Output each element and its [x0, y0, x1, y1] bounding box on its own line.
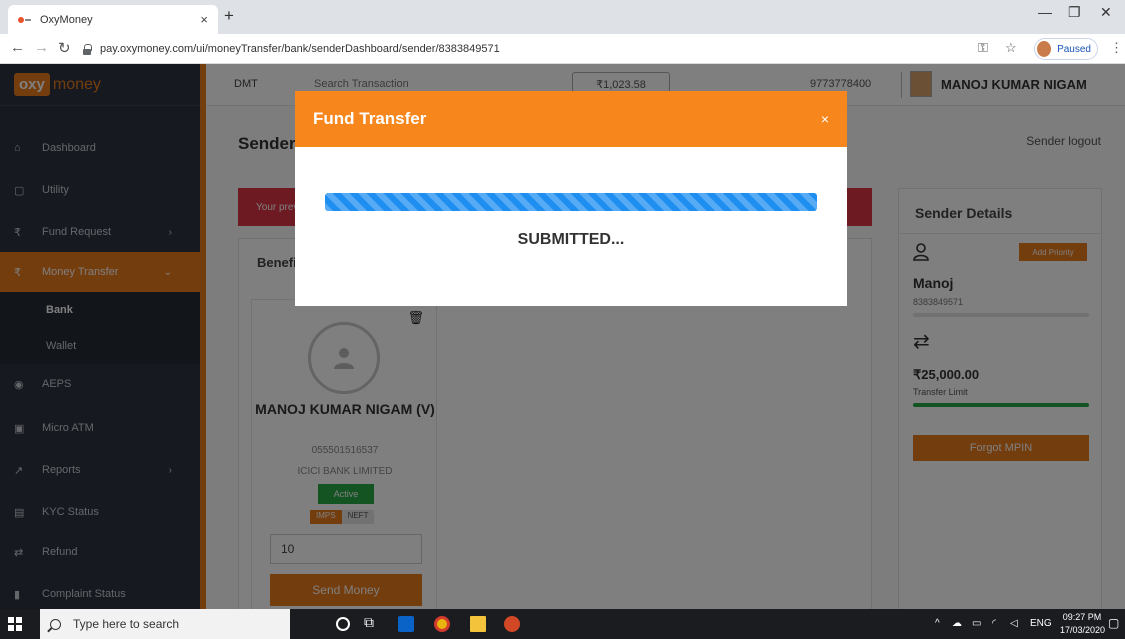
url-text: pay.oxymoney.com/ui/moneyTransfer/bank/s…: [100, 43, 500, 55]
tray-chevron-icon[interactable]: ^: [935, 618, 940, 629]
file-explorer-icon[interactable]: [470, 616, 486, 632]
search-icon: [50, 618, 61, 630]
maximize-icon[interactable]: ❐: [1068, 4, 1081, 21]
browser-tab-bar: OxyMoney × + — ❐ ✕: [0, 0, 1125, 34]
minimize-icon[interactable]: —: [1038, 4, 1052, 20]
battery-icon[interactable]: ▭: [972, 618, 981, 629]
taskbar-search[interactable]: Type here to search: [40, 609, 290, 639]
volume-icon[interactable]: ◁: [1010, 618, 1018, 629]
reload-icon[interactable]: ↻: [58, 39, 71, 57]
clock-time: 09:27 PM: [1062, 612, 1102, 622]
key-icon[interactable]: ⚿: [978, 40, 988, 56]
submission-status: SUBMITTED...: [517, 231, 625, 248]
tab-close-icon[interactable]: ×: [200, 12, 208, 27]
lock-icon: [82, 43, 92, 55]
modal-title: Fund Transfer: [313, 109, 427, 128]
close-window-icon[interactable]: ✕: [1100, 4, 1112, 21]
star-icon[interactable]: ☆: [1005, 40, 1017, 56]
outlook-icon[interactable]: [398, 616, 414, 632]
tab-title: OxyMoney: [40, 13, 93, 26]
browser-tab[interactable]: OxyMoney ×: [8, 5, 218, 34]
clock-date: 17/03/2020: [1060, 625, 1106, 635]
progress-bar: [325, 193, 817, 211]
modal-close-icon[interactable]: ×: [821, 111, 829, 127]
address-bar[interactable]: pay.oxymoney.com/ui/moneyTransfer/bank/s…: [82, 38, 940, 60]
profile-chip[interactable]: Paused: [1034, 38, 1098, 60]
powerpoint-icon[interactable]: [504, 616, 520, 632]
taskbar-search-placeholder: Type here to search: [73, 617, 180, 631]
profile-avatar: [1037, 41, 1052, 57]
fund-transfer-modal: Fund Transfer × SUBMITTED...: [295, 91, 847, 306]
modal-header: Fund Transfer ×: [295, 91, 847, 147]
progress-fill: [325, 193, 817, 211]
language-indicator[interactable]: ENG: [1030, 618, 1052, 629]
chrome-icon[interactable]: [434, 616, 450, 632]
windows-start-icon[interactable]: [8, 617, 22, 631]
taskbar: Type here to search ⧉ ^ ☁ ▭ ◜ ◁ ENG 09:2…: [0, 609, 1125, 639]
clock[interactable]: 09:27 PM 17/03/2020: [1060, 611, 1106, 637]
new-tab-button[interactable]: +: [224, 6, 234, 26]
profile-status: Paused: [1057, 43, 1091, 55]
favicon-icon: [18, 15, 32, 25]
menu-icon[interactable]: ⋮: [1110, 40, 1123, 56]
forward-icon[interactable]: →: [34, 39, 49, 56]
back-icon[interactable]: ←: [10, 39, 25, 56]
notification-icon[interactable]: ▢: [1108, 616, 1119, 630]
cortana-icon[interactable]: [336, 617, 350, 631]
browser-toolbar: ← → ↻ pay.oxymoney.com/ui/moneyTransfer/…: [0, 34, 1125, 64]
onedrive-icon[interactable]: ☁: [952, 618, 962, 629]
network-icon[interactable]: ◜: [992, 618, 996, 629]
task-view-icon[interactable]: ⧉: [364, 614, 380, 630]
